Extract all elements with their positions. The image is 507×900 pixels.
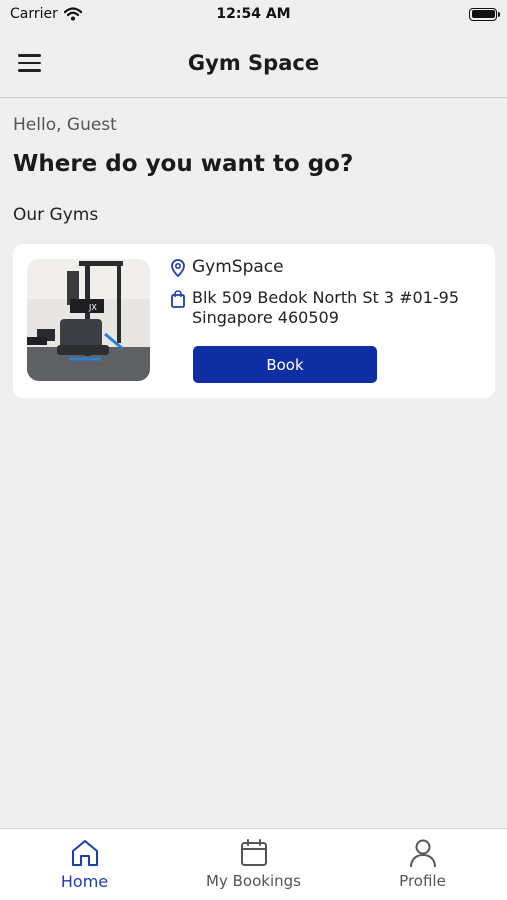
battery-icon [469,7,500,21]
gym-photo: JX [27,259,150,381]
gym-card[interactable]: JX GymSpace Blk 509 Bedok North St 3 #01… [13,244,495,398]
book-button[interactable]: Book [193,346,377,383]
headline: Where do you want to go? [13,151,354,177]
status-bar: Carrier 12:54 AM [0,0,507,28]
calendar-icon [240,839,267,866]
tab-my-bookings[interactable]: My Bookings [169,829,338,900]
user-icon [409,839,436,868]
section-title: Our Gyms [13,205,99,225]
tab-home[interactable]: Home [0,829,169,900]
carrier-label: Carrier [10,6,58,22]
wifi-icon [63,7,82,21]
home-icon [71,840,98,866]
greeting-text: Hello, Guest [13,115,117,135]
tab-label: Home [60,872,109,891]
tab-bar: Home My Bookings Profile [0,828,507,900]
gym-name-row: GymSpace [170,257,284,277]
page-title: Gym Space [187,50,320,75]
gym-address-row: Blk 509 Bedok North St 3 #01-95 Singapor… [170,288,482,328]
tab-label: Profile [399,872,446,890]
gym-address: Blk 509 Bedok North St 3 #01-95 Singapor… [192,288,460,327]
tab-profile[interactable]: Profile [338,829,507,900]
tab-label: My Bookings [206,872,301,890]
nav-bar: Gym Space [0,28,507,98]
main-content: Hello, Guest Where do you want to go? Ou… [13,98,495,398]
bag-icon [171,290,185,308]
map-pin-icon [171,259,185,277]
menu-icon[interactable] [18,48,52,78]
gym-name: GymSpace [192,257,284,277]
svg-text:JX: JX [88,303,97,312]
